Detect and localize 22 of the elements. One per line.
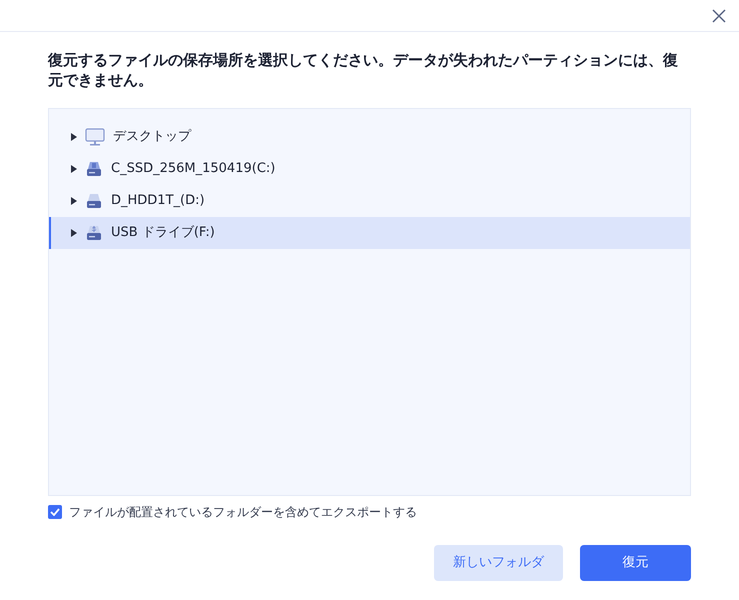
export-option-label: ファイルが配置されているフォルダーを含めてエクスポートする [69, 504, 417, 521]
close-button[interactable] [711, 8, 727, 24]
new-folder-button[interactable]: 新しいフォルダ [434, 545, 563, 581]
export-checkbox[interactable] [48, 505, 62, 519]
tree-item-label: デスクトップ [113, 128, 191, 146]
expand-arrow-icon[interactable] [71, 197, 77, 205]
restore-button[interactable]: 復元 [580, 545, 691, 581]
tree-item[interactable]: C_SSD_256M_150419(C:) [49, 153, 690, 185]
tree-item[interactable]: D_HDD1T_(D:) [49, 185, 690, 217]
drive-icon [85, 160, 103, 178]
tree-item-label: USB ドライブ(F:) [111, 224, 215, 242]
usb-drive-icon [85, 224, 103, 242]
dialog-heading: 復元するファイルの保存場所を選択してください。データが失われたパーティションには、復元できません。 [48, 50, 679, 90]
expand-arrow-icon[interactable] [71, 229, 77, 237]
tree-item[interactable]: デスクトップ [49, 121, 690, 153]
tree-item-label: C_SSD_256M_150419(C:) [111, 160, 276, 178]
tree-item[interactable]: USB ドライブ(F:) [49, 217, 690, 249]
drive-icon [85, 192, 103, 210]
expand-arrow-icon[interactable] [71, 165, 77, 173]
expand-arrow-icon[interactable] [71, 133, 77, 141]
monitor-icon [85, 128, 105, 146]
tree-item-label: D_HDD1T_(D:) [111, 192, 205, 210]
